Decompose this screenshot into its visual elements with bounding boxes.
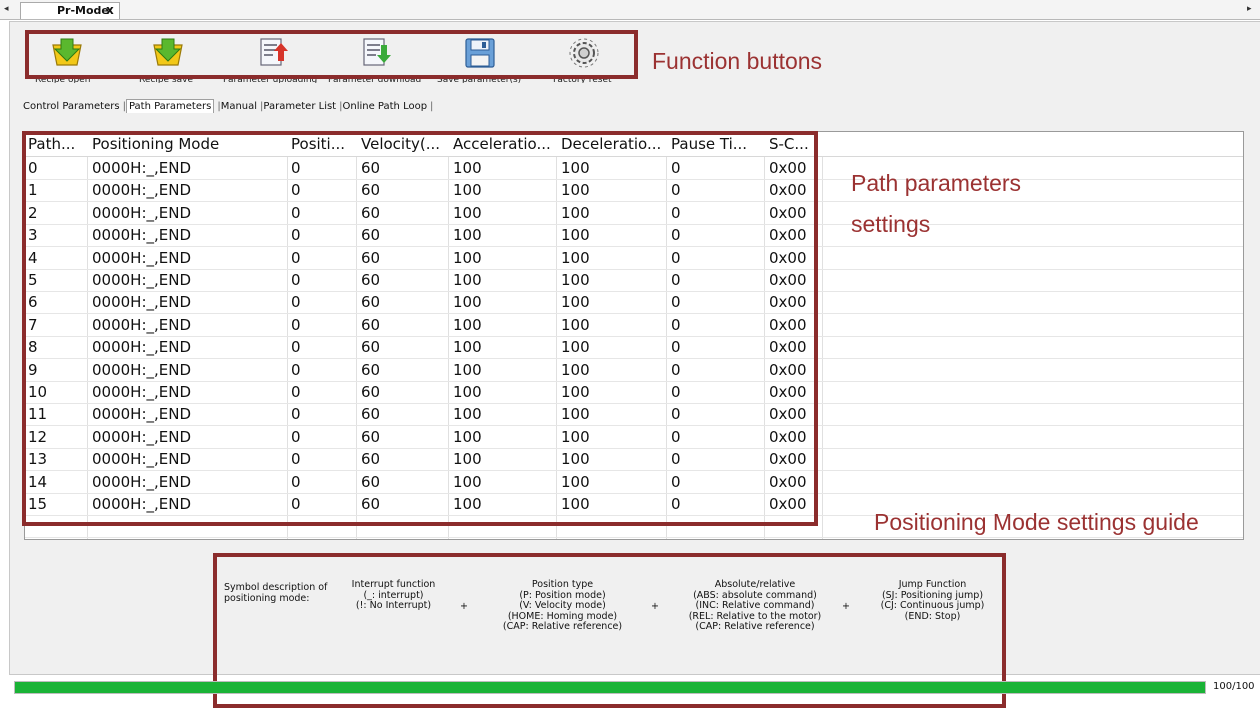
tab-pr-mode[interactable]: Pr-Mode x: [20, 2, 120, 19]
guide-jump-item: (END: Stop): [904, 610, 961, 622]
guide-jump: Jump Function (SJ: Positioning jump) (CJ…: [870, 579, 995, 622]
close-icon[interactable]: x: [106, 2, 114, 18]
function-buttons-annotation: Function buttons: [652, 48, 823, 74]
path-parameters-annotation-line1: Path parameters: [851, 170, 1022, 196]
progress-bar: [14, 681, 1206, 694]
guide-jump-title: Jump Function: [898, 579, 967, 590]
guide-intro-line2: positioning mode:: [224, 592, 310, 604]
guide-position-type-title: Position type: [531, 579, 594, 590]
tab-pr-mode-label: Pr-Mode: [57, 4, 109, 17]
tab-manual[interactable]: Manual: [221, 101, 257, 112]
guide-interrupt-item: (!: No Interrupt): [355, 600, 432, 611]
guide-position-type-item: (V: Velocity mode): [519, 600, 606, 611]
positioning-guide-annotation: Positioning Mode settings guide: [874, 509, 1199, 535]
progress-fill: [15, 682, 1205, 693]
guide-absolute-relative-item: (INC: Relative command): [695, 600, 815, 611]
tab-parameter-list[interactable]: Parameter List: [263, 101, 336, 112]
sub-tab-bar: Control Parameters | Path Parameters |Manua…: [23, 99, 434, 113]
progress-text: 100/100: [1213, 681, 1255, 692]
guide-position-type: Position type (P: Position mode) (V: Vel…: [490, 579, 635, 633]
document-tab-strip: ◂ Pr-Mode x ▸: [0, 0, 1260, 20]
guide-interrupt: Interrupt function (_: interrupt) (!: No…: [336, 579, 451, 612]
guide-position-type-item: (CAP: Relative reference): [502, 621, 623, 632]
guide-interrupt-title: Interrupt function: [351, 579, 436, 590]
scroll-right-icon[interactable]: ▸: [1247, 4, 1252, 14]
guide-intro-line1: Symbol description of: [224, 582, 328, 593]
tab-online-path-loop[interactable]: Online Path Loop: [342, 101, 427, 112]
guide-absolute-relative-title: Absolute/relative: [714, 579, 796, 590]
tab-control-parameters[interactable]: Control Parameters: [23, 101, 120, 112]
guide-absolute-relative-item: (CAP: Relative reference): [695, 621, 815, 632]
path-parameters-highlight: [22, 131, 818, 526]
guide-jump-item: (CJ: Continuous jump): [880, 600, 985, 611]
guide-intro: Symbol description of positioning mode:: [224, 582, 328, 604]
path-parameters-annotation-line2: settings: [851, 211, 931, 237]
scroll-left-icon[interactable]: ◂: [4, 4, 9, 14]
tab-path-parameters[interactable]: Path Parameters: [125, 99, 215, 113]
guide-plus: +: [460, 601, 468, 612]
function-buttons-highlight: [25, 30, 638, 79]
guide-absolute-relative: Absolute/relative (ABS: absolute command…: [680, 579, 830, 633]
guide-plus: +: [651, 601, 659, 612]
guide-plus: +: [842, 601, 850, 612]
